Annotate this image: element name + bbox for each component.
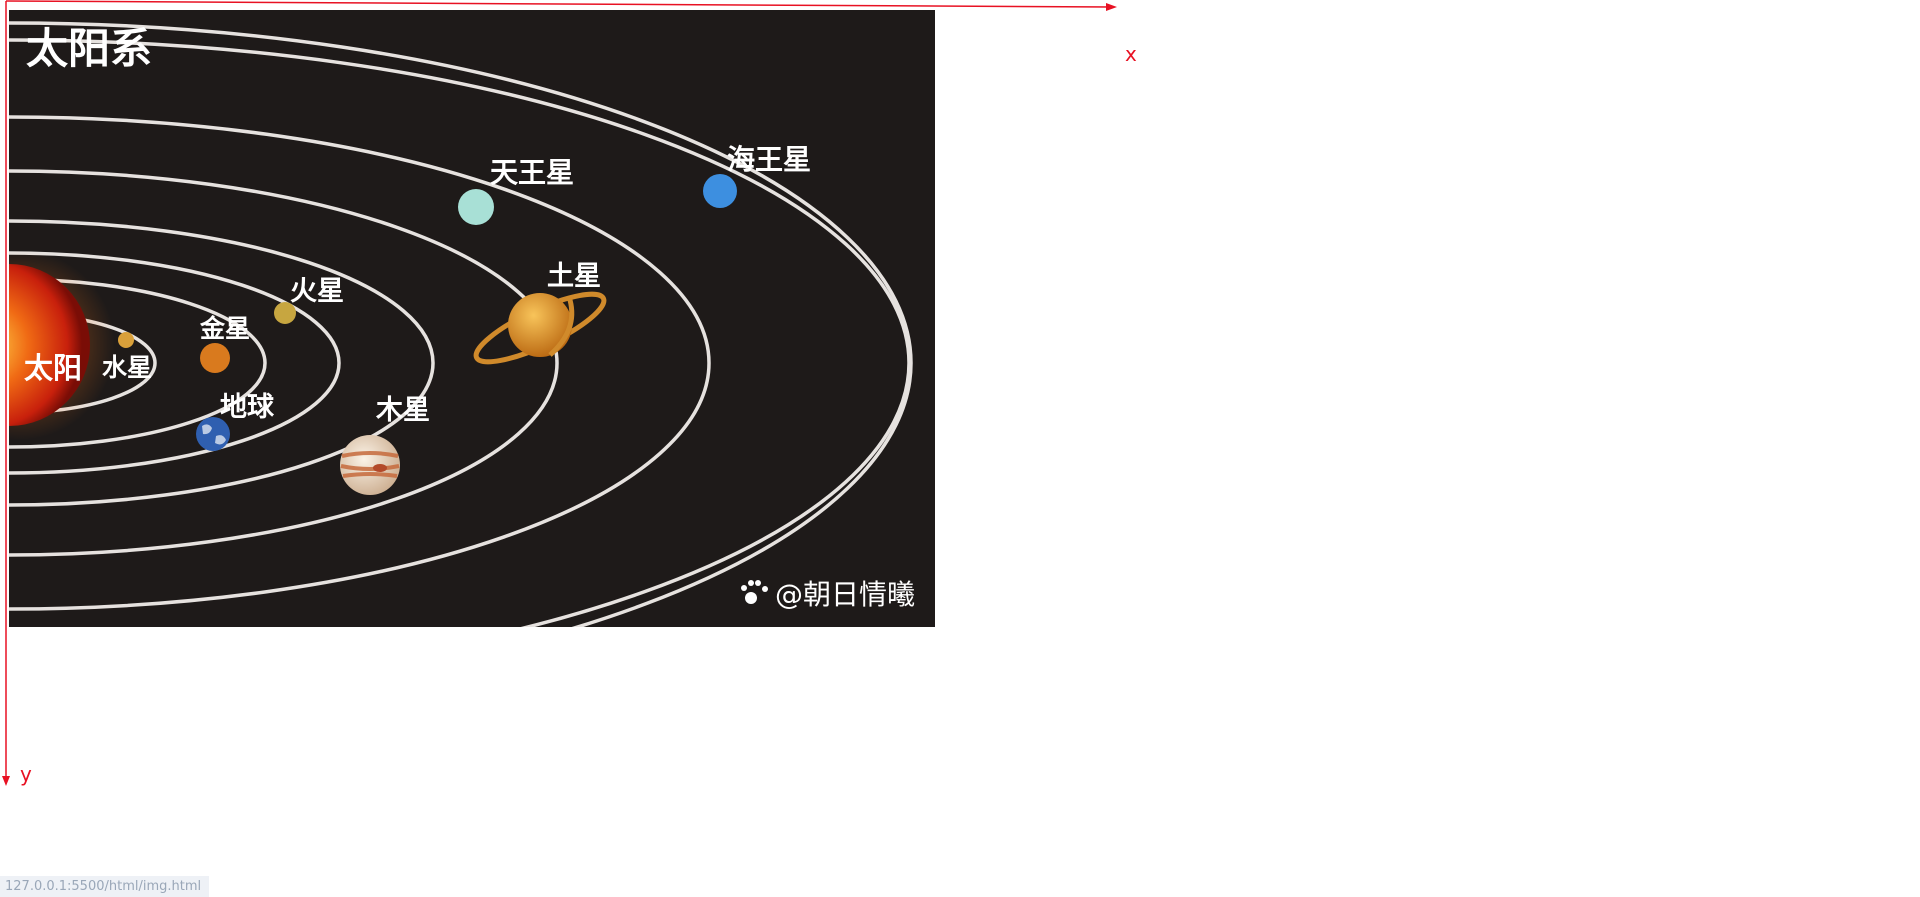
label-saturn: 土星 <box>547 261 601 292</box>
label-uranus: 天王星 <box>490 156 574 189</box>
x-axis-label: x <box>1125 42 1137 66</box>
mercury-icon <box>118 332 134 348</box>
x-axis <box>5 0 1117 11</box>
solar-system-image: 太阳系 太阳 水星 金星 地球 火星 木星 土星 天王星 海王星 @朝日情曦 <box>9 10 935 627</box>
label-mars: 火星 <box>290 276 344 307</box>
neptune-icon <box>703 174 737 208</box>
label-venus: 金星 <box>199 314 250 343</box>
label-mercury: 水星 <box>102 353 152 382</box>
label-jupiter: 木星 <box>375 395 430 426</box>
image-title: 太阳系 <box>26 24 152 73</box>
label-neptune: 海王星 <box>727 143 811 176</box>
y-axis-label: y <box>20 762 32 786</box>
jupiter-icon <box>340 435 400 495</box>
uranus-icon <box>458 189 494 225</box>
y-axis <box>2 1 10 786</box>
label-earth: 地球 <box>220 392 275 423</box>
watermark-text: @朝日情曦 <box>775 578 915 611</box>
venus-icon <box>200 343 230 373</box>
status-bar-url: 127.0.0.1:5500/html/img.html <box>0 876 210 897</box>
sun-label: 太阳 <box>24 351 82 385</box>
stage-canvas: 太阳系 太阳 水星 金星 地球 火星 木星 土星 天王星 海王星 @朝日情曦 <box>2 0 1117 786</box>
